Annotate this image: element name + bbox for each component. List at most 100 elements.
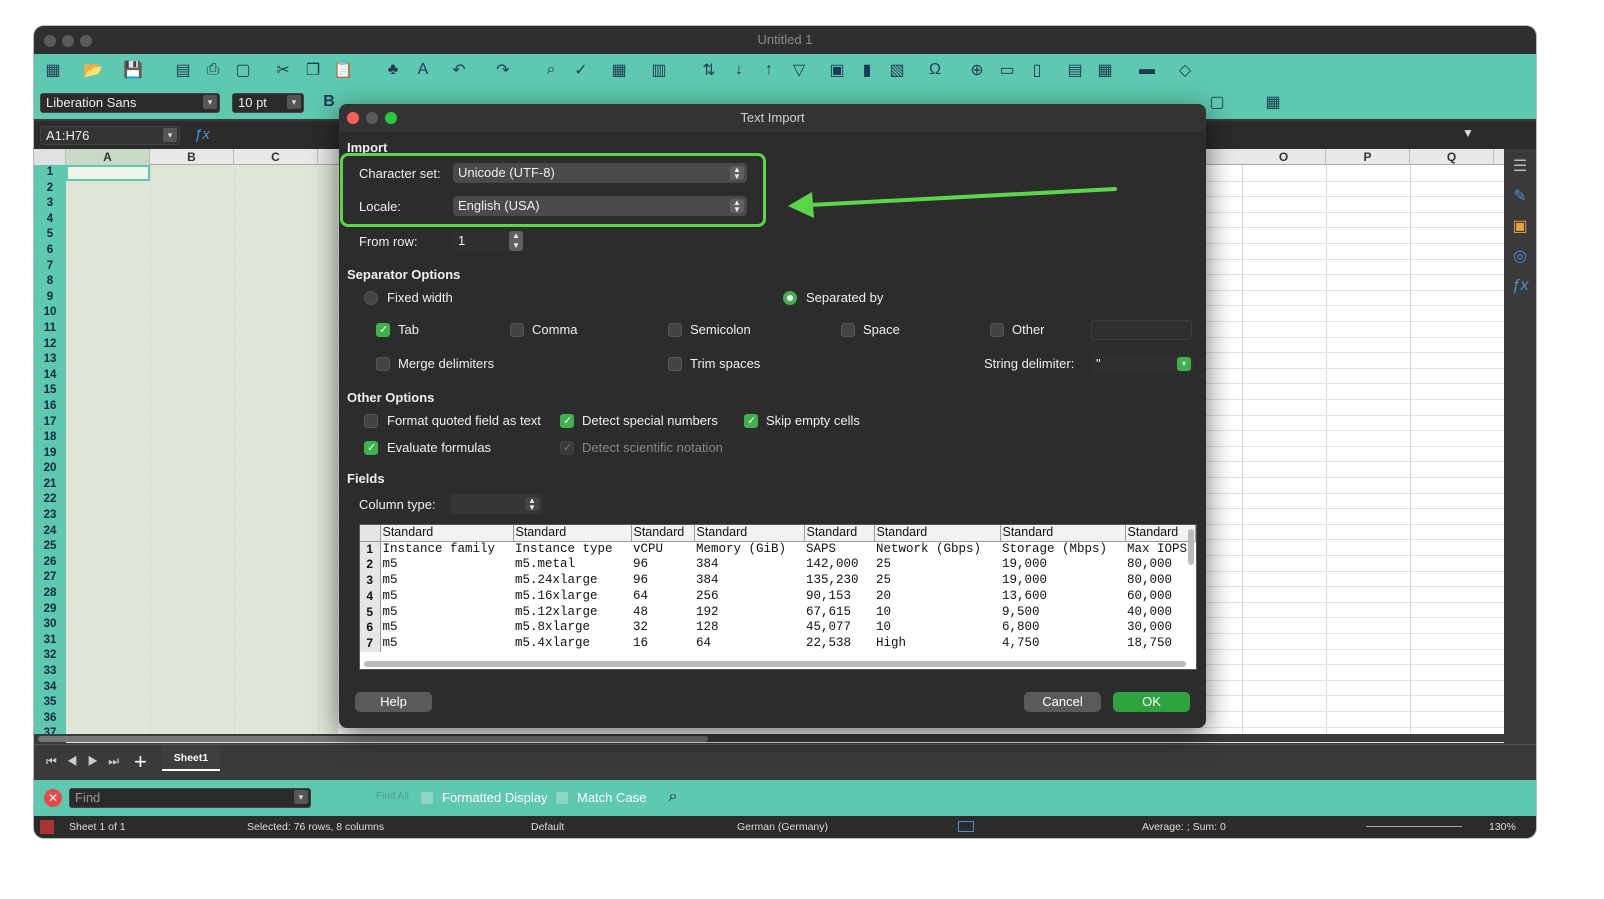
merge-delimiters-checkbox[interactable]: [376, 357, 390, 371]
row-header-cell[interactable]: 24: [34, 524, 66, 540]
undo-icon[interactable]: ↶: [448, 59, 470, 81]
clone-icon[interactable]: ♣: [382, 59, 404, 81]
column-o-header[interactable]: O: [1242, 149, 1326, 165]
chevron-down-icon[interactable]: ▾: [1177, 357, 1191, 371]
from-row-spinner[interactable]: 1 ▲ ▼: [453, 231, 523, 251]
formatted-display-checkbox[interactable]: [420, 791, 434, 805]
row-header-cell[interactable]: 23: [34, 508, 66, 524]
conditional-format-icon[interactable]: ▦: [1262, 91, 1284, 113]
row-header-cell[interactable]: 13: [34, 352, 66, 368]
font-name-box[interactable]: Liberation Sans ▾: [40, 93, 220, 113]
evaluate-formulas-checkbox[interactable]: [364, 441, 378, 455]
other-checkbox[interactable]: [990, 323, 1004, 337]
row-header-cell[interactable]: 35: [34, 695, 66, 711]
close-window-button[interactable]: [44, 35, 56, 47]
comment-icon[interactable]: ▭: [996, 59, 1018, 81]
row-header-cell[interactable]: 11: [34, 321, 66, 337]
tab-sheet1[interactable]: Sheet1: [162, 745, 220, 771]
row-header-cell[interactable]: 21: [34, 477, 66, 493]
tab-checkbox[interactable]: [376, 323, 390, 337]
other-input[interactable]: [1091, 320, 1192, 340]
row-header-cell[interactable]: 7: [34, 259, 66, 275]
preview-col-type[interactable]: Standard: [694, 525, 805, 542]
row-header-cell[interactable]: 9: [34, 290, 66, 306]
image-icon[interactable]: ▣: [826, 59, 848, 81]
skip-empty-cells-checkbox[interactable]: [744, 414, 758, 428]
minimize-window-button[interactable]: [62, 35, 74, 47]
column-p-header[interactable]: P: [1326, 149, 1410, 165]
tab-nav-arrows[interactable]: ⏮◀▶⏭: [46, 754, 129, 769]
paste-icon[interactable]: 📋: [332, 59, 354, 81]
styles-icon[interactable]: ✎: [1509, 185, 1531, 207]
chart-icon[interactable]: ▮: [856, 59, 878, 81]
column-c-header[interactable]: C: [234, 149, 318, 165]
border-icon[interactable]: ▢: [1206, 91, 1228, 113]
preview-corner[interactable]: [360, 525, 381, 542]
redo-icon[interactable]: ↷: [492, 59, 514, 81]
preview-col-type[interactable]: Standard: [874, 525, 1001, 542]
scrollbar-thumb[interactable]: [38, 736, 708, 742]
preview-vscrollbar[interactable]: [1188, 529, 1194, 565]
help-button[interactable]: Help: [355, 692, 432, 712]
column-q-header[interactable]: Q: [1410, 149, 1494, 165]
fields-preview[interactable]: Standard Standard Standard Standard Stan…: [359, 524, 1197, 670]
sort-desc-icon[interactable]: ↑: [758, 59, 780, 81]
close-find-icon[interactable]: ✕: [44, 789, 62, 807]
row-header-cell[interactable]: 34: [34, 680, 66, 696]
row-icon[interactable]: ▦: [608, 59, 630, 81]
row-header-cell[interactable]: 25: [34, 539, 66, 555]
preview-col-type[interactable]: Standard: [804, 525, 875, 542]
comma-checkbox[interactable]: [510, 323, 524, 337]
properties-icon[interactable]: ☰: [1509, 155, 1531, 177]
preview-col-type[interactable]: Standard: [380, 525, 514, 542]
space-checkbox[interactable]: [841, 323, 855, 337]
print-preview-icon[interactable]: ▢: [232, 59, 254, 81]
cut-icon[interactable]: ✂: [272, 59, 294, 81]
preview-col-type[interactable]: Standard: [631, 525, 695, 542]
row-header-cell[interactable]: 36: [34, 711, 66, 727]
zoom-level[interactable]: 130%: [1489, 816, 1516, 838]
row-header-cell[interactable]: 4: [34, 212, 66, 228]
row-header-cell[interactable]: 14: [34, 368, 66, 384]
row-header-cell[interactable]: 10: [34, 305, 66, 321]
print-icon[interactable]: ⎙: [202, 59, 224, 81]
column-b-header[interactable]: B: [150, 149, 234, 165]
new-icon[interactable]: ▦: [42, 59, 64, 81]
find-replace-icon[interactable]: ⌕: [540, 59, 562, 81]
row-header-cell[interactable]: 26: [34, 555, 66, 571]
chevron-down-icon[interactable]: ▾: [163, 128, 177, 142]
special-char-icon[interactable]: Ω: [924, 59, 946, 81]
cancel-button[interactable]: Cancel: [1024, 692, 1101, 712]
autofilter-icon[interactable]: ▽: [788, 59, 810, 81]
chevron-down-icon[interactable]: ▾: [203, 95, 217, 109]
row-header-cell[interactable]: 8: [34, 274, 66, 290]
font-size-box[interactable]: 10 pt ▾: [232, 93, 304, 113]
semicolon-checkbox[interactable]: [668, 323, 682, 337]
string-delimiter-select[interactable]: " ▾: [1091, 354, 1194, 374]
preview-col-type[interactable]: Standard: [513, 525, 632, 542]
clear-format-icon[interactable]: A: [412, 59, 434, 81]
row-header-cell[interactable]: 2: [34, 181, 66, 197]
row-header-cell[interactable]: 20: [34, 461, 66, 477]
corner-cell[interactable]: [34, 149, 66, 165]
freeze-icon[interactable]: ▦: [1094, 59, 1116, 81]
sort-asc-icon[interactable]: ↓: [728, 59, 750, 81]
page-style[interactable]: Default: [531, 816, 564, 838]
row-header-cell[interactable]: 12: [34, 337, 66, 353]
gallery-icon[interactable]: ▣: [1509, 215, 1531, 237]
navigator-icon[interactable]: ◎: [1509, 245, 1531, 267]
selection-mode-icon[interactable]: [958, 821, 974, 832]
header-footer-icon[interactable]: ▯: [1026, 59, 1048, 81]
column-icon[interactable]: ▥: [648, 59, 670, 81]
functions-icon[interactable]: ƒx: [1509, 275, 1531, 297]
preview-col-type[interactable]: Standard: [1125, 525, 1196, 542]
open-icon[interactable]: 📂: [82, 59, 104, 81]
pivot-icon[interactable]: ▧: [886, 59, 908, 81]
row-header-cell[interactable]: 17: [34, 415, 66, 431]
dialog-zoom-button[interactable]: [385, 112, 397, 124]
copy-icon[interactable]: ❐: [302, 59, 324, 81]
sum-display[interactable]: Average: ; Sum: 0: [1142, 816, 1226, 838]
preview-col-type[interactable]: Standard: [1000, 525, 1126, 542]
dialog-close-button[interactable]: [347, 112, 359, 124]
zoom-slider[interactable]: [1366, 826, 1462, 827]
